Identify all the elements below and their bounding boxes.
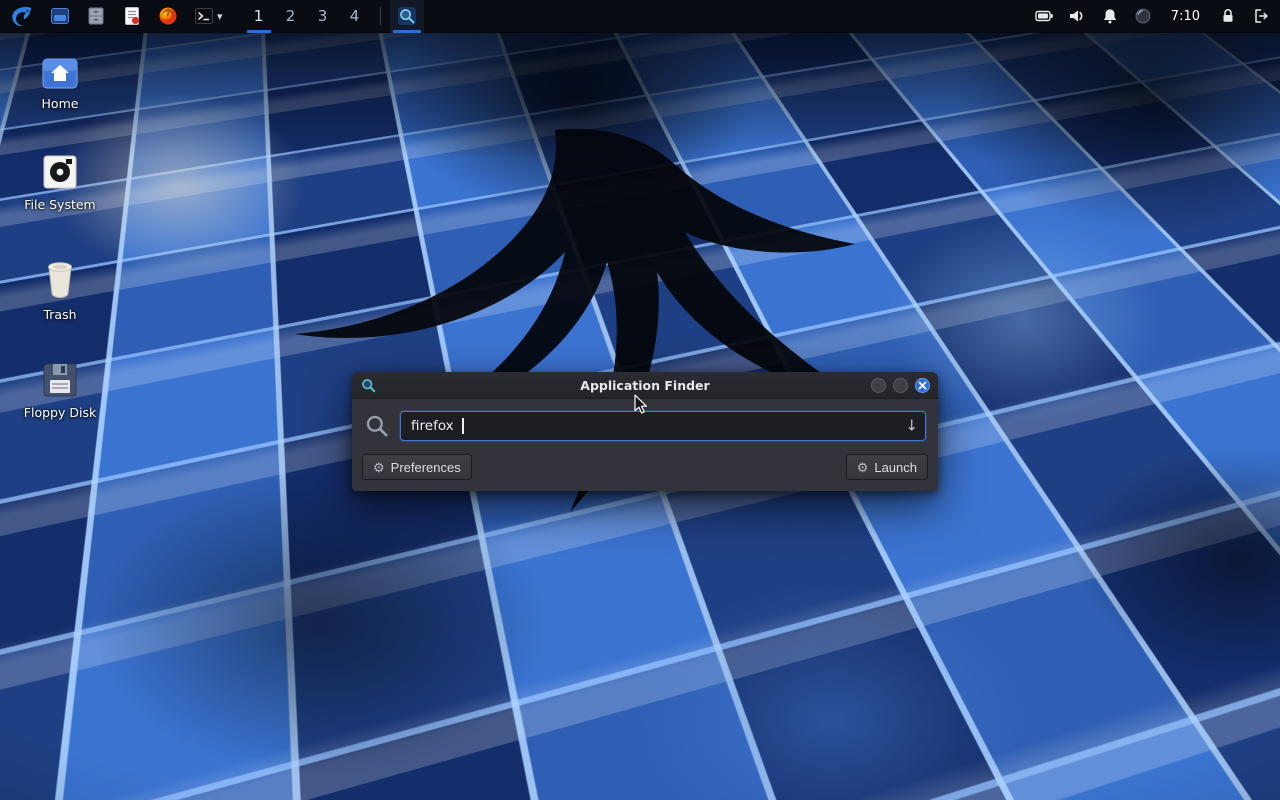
volume-icon[interactable] — [1068, 7, 1086, 25]
workspace-button-1[interactable]: 1 — [243, 0, 275, 33]
preferences-label: Preferences — [391, 460, 461, 475]
minimize-button[interactable] — [871, 378, 886, 393]
desktop-icon-home[interactable]: Home — [12, 58, 108, 111]
text-caret — [462, 418, 464, 434]
panel-launchers: ▾ — [49, 5, 223, 27]
network-icon[interactable] — [1134, 7, 1152, 25]
workspace-switcher: 1 2 3 4 — [243, 0, 371, 33]
chevron-down-icon[interactable]: ▾ — [217, 11, 223, 22]
desktop-icon-trash[interactable]: Trash — [12, 258, 108, 322]
desktop-icon-file-system[interactable]: File System — [12, 154, 108, 212]
search-input[interactable] — [400, 411, 926, 441]
terminal-launcher-group: ▾ — [193, 5, 223, 27]
floppy-disk-icon — [42, 362, 78, 398]
file-cabinet-icon — [86, 6, 106, 26]
taskbar-application-finder[interactable] — [390, 0, 424, 33]
firefox-icon — [158, 6, 178, 26]
launch-button[interactable]: ⚙ Launch — [846, 454, 928, 480]
titlebar[interactable]: Application Finder — [352, 372, 938, 399]
trash-icon — [41, 258, 79, 300]
search-field-wrap: ↓ — [400, 411, 926, 441]
workspace-button-3[interactable]: 3 — [307, 0, 339, 33]
application-finder-icon — [360, 377, 376, 393]
desktop-icon-floppy-disk[interactable]: Floppy Disk — [12, 362, 108, 420]
launch-executable-icon: ⚙ — [857, 461, 869, 474]
firefox-launcher[interactable] — [157, 5, 179, 27]
window-title: Application Finder — [352, 378, 938, 393]
workspace-button-4[interactable]: 4 — [339, 0, 371, 33]
close-button[interactable] — [915, 378, 930, 393]
document-editor-icon — [122, 6, 142, 26]
application-finder-window: Application Finder ↓ ⚙ Preferences — [352, 372, 938, 491]
clock[interactable]: 7:10 — [1171, 9, 1200, 24]
home-folder-icon — [42, 58, 78, 89]
launch-label: Launch — [874, 460, 917, 475]
workspace-button-2[interactable]: 2 — [275, 0, 307, 33]
preferences-button[interactable]: ⚙ Preferences — [362, 454, 472, 480]
terminal-icon — [194, 6, 214, 26]
entry-dropdown-icon[interactable]: ↓ — [905, 419, 918, 434]
battery-icon[interactable] — [1035, 7, 1053, 25]
status-tray: 7:10 — [1035, 7, 1270, 25]
file-manager-icon — [50, 6, 70, 26]
top-panel: ▾ 1 2 3 4 — [0, 0, 1280, 33]
preferences-gear-icon: ⚙ — [373, 461, 385, 474]
search-icon — [364, 413, 390, 439]
file-manager-launcher[interactable] — [49, 5, 71, 27]
terminal-launcher[interactable] — [193, 5, 215, 27]
desktop-icon-label: Home — [42, 96, 79, 111]
kali-logo-icon — [9, 4, 34, 29]
lock-icon[interactable] — [1219, 7, 1237, 25]
document-editor-launcher[interactable] — [121, 5, 143, 27]
file-system-icon — [42, 154, 78, 190]
notifications-bell-icon[interactable] — [1101, 7, 1119, 25]
kali-menu-button[interactable] — [8, 3, 35, 30]
logout-icon[interactable] — [1252, 7, 1270, 25]
desktop-icon-label: Trash — [43, 307, 76, 322]
desktop-icon-label: Floppy Disk — [24, 405, 96, 420]
file-cabinet-launcher[interactable] — [85, 5, 107, 27]
panel-separator — [380, 7, 381, 25]
desktop-icon-label: File System — [24, 197, 96, 212]
maximize-button[interactable] — [893, 378, 908, 393]
close-icon — [918, 381, 927, 390]
application-finder-icon — [397, 6, 417, 26]
